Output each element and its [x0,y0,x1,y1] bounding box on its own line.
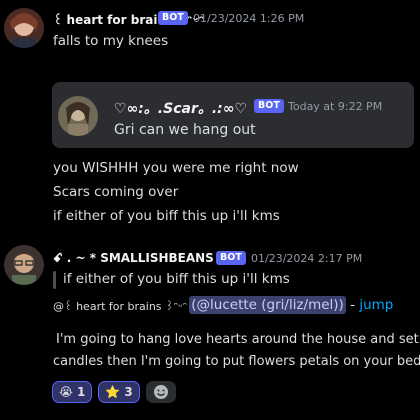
message-text: falls to my knees [53,33,169,49]
reaction-sob[interactable]: 😭 1 [52,381,93,403]
reactions-row: 😭 1 ⭐ 3 [52,381,176,403]
mention-line: @꒰ heart for brains ꒱ᵔᵕᵔ (@lucette (gri/… [53,296,393,314]
message-line: if either of you biff this up i'll kms [53,208,280,224]
bot-badge: BOT [216,251,246,265]
avatar-scar [58,96,98,136]
at-prefix[interactable]: @꒰ heart for brains ꒱ᵔᵕᵔ [53,298,187,313]
avatar-smallishbeans[interactable] [4,245,44,285]
dash-separator: - [345,297,360,313]
sob-icon: 😭 [59,385,74,399]
add-reaction-button[interactable] [145,381,176,403]
message-text: I'm going to hang love hearts around the… [56,332,420,347]
message-text: candles then I'm going to put flowers pe… [53,354,420,369]
embed-author-name: ♡∞:。.Scar。.:∞♡ [114,101,247,117]
author-name[interactable]: ꗃ . ~ * SMALLISHBEANS [53,251,214,266]
reaction-count: 3 [124,385,133,399]
smiley-add-icon [153,385,168,399]
reaction-count: 1 [77,385,86,399]
jump-link[interactable]: jump [359,297,393,313]
embed-timestamp: Today at 9:22 PM [288,100,383,113]
embed-text: Gri can we hang out [114,122,256,138]
embed-bot-badge: BOT [254,99,284,113]
timestamp: 01/23/2024 1:26 PM [193,12,305,25]
star-icon: ⭐ [105,385,121,399]
message-line: Scars coming over [53,184,179,200]
quoted-message-embed[interactable]: ♡∞:。.Scar。.:∞♡ BOT Today at 9:22 PM Gri … [52,82,414,148]
message-line: you WISHHH you were me right now [53,160,299,176]
timestamp: 01/23/2024 2:17 PM [251,252,363,265]
reply-quote-bar [53,271,56,289]
user-mention[interactable]: (@lucette (gri/liz/mel)) [189,296,346,314]
bot-badge: BOT [158,11,188,25]
reply-quote-text: if either of you biff this up i'll kms [63,271,290,287]
avatar-heart-for-brains[interactable] [4,8,44,48]
reaction-star[interactable]: ⭐ 3 [98,381,140,403]
